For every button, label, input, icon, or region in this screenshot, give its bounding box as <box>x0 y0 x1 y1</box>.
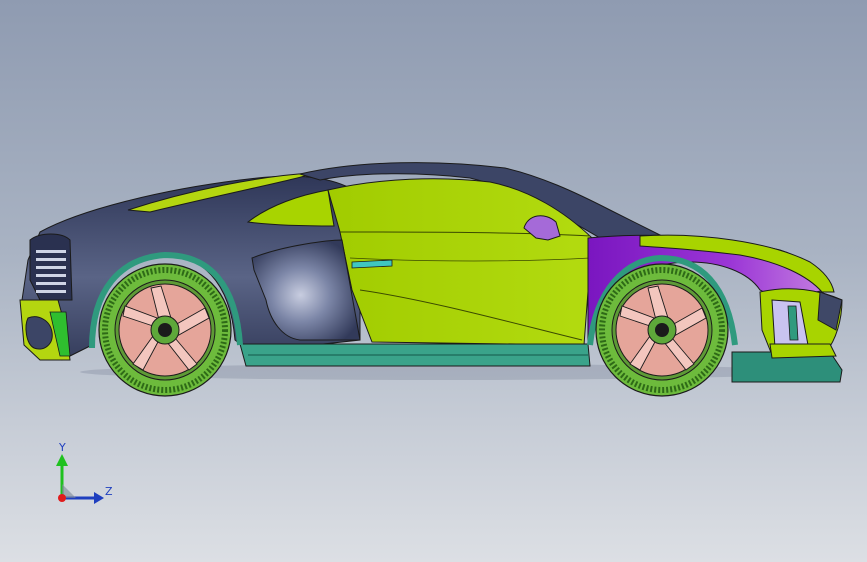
rear-wheel[interactable] <box>98 263 232 397</box>
coordinate-triad: Y Z <box>56 441 113 504</box>
y-axis-label: Y <box>58 441 66 454</box>
z-axis-arrow-icon <box>94 492 104 504</box>
car-model[interactable] <box>0 0 867 562</box>
front-air-intake-vane <box>787 305 799 341</box>
graphics-viewport[interactable]: Y Z <box>0 0 867 562</box>
y-axis-arrow-icon <box>56 454 68 466</box>
z-axis-label: Z <box>105 485 113 498</box>
front-splitter-top <box>769 343 837 359</box>
origin-marker-icon <box>58 494 66 502</box>
front-wheel[interactable] <box>595 263 729 397</box>
